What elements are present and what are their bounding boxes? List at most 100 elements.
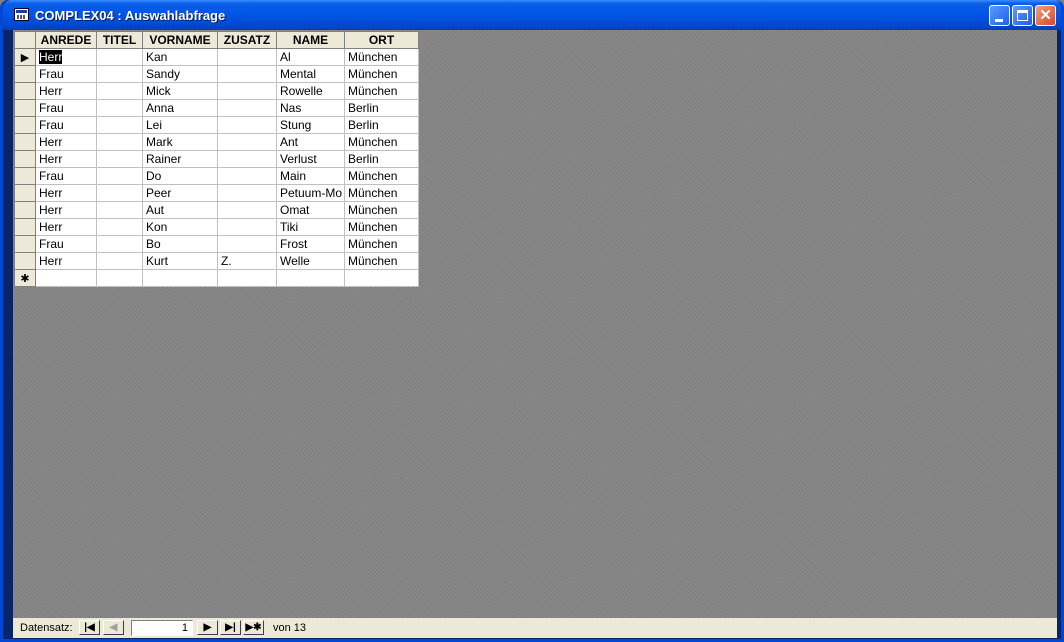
cell-name[interactable]: Welle: [276, 252, 345, 270]
cell-name[interactable]: Ant: [276, 133, 345, 151]
cell-anrede[interactable]: Herr: [35, 201, 97, 219]
cell-name[interactable]: Tiki: [276, 218, 345, 236]
next-record-button[interactable]: ▶: [197, 620, 218, 635]
record-selector[interactable]: [14, 201, 36, 219]
cell-name[interactable]: Omat: [276, 201, 345, 219]
table-row[interactable]: Herr Mark Ant München: [14, 133, 419, 151]
cell-ort[interactable]: München: [344, 184, 419, 202]
cell-titel[interactable]: [96, 82, 143, 100]
cell-name[interactable]: Nas: [276, 99, 345, 117]
maximize-button[interactable]: [1012, 5, 1033, 26]
column-header-titel[interactable]: TITEL: [96, 31, 143, 49]
cell-anrede[interactable]: Herr: [35, 82, 97, 100]
cell-ort[interactable]: München: [344, 133, 419, 151]
cell-name[interactable]: Petuum-Mo: [276, 184, 345, 202]
table-row[interactable]: Herr Kurt Z. Welle München: [14, 252, 419, 270]
cell-ort[interactable]: München: [344, 235, 419, 253]
cell-anrede[interactable]: Frau: [35, 167, 97, 185]
table-row[interactable]: Herr Rainer Verlust Berlin: [14, 150, 419, 168]
cell-ort[interactable]: München: [344, 201, 419, 219]
last-record-button[interactable]: ▶|: [220, 620, 241, 635]
cell-vorname[interactable]: Rainer: [142, 150, 218, 168]
record-selector[interactable]: [14, 82, 36, 100]
table-row[interactable]: Frau Bo Frost München: [14, 235, 419, 253]
cell-anrede[interactable]: Herr: [35, 252, 97, 270]
cell-anrede[interactable]: Herr: [35, 48, 97, 66]
cell-zusatz[interactable]: [217, 48, 277, 66]
cell-anrede[interactable]: [35, 269, 97, 287]
cell-ort[interactable]: München: [344, 82, 419, 100]
cell-vorname[interactable]: [142, 269, 218, 287]
cell-vorname[interactable]: Mick: [142, 82, 218, 100]
cell-anrede[interactable]: Frau: [35, 65, 97, 83]
minimize-button[interactable]: [989, 5, 1010, 26]
cell-vorname[interactable]: Kon: [142, 218, 218, 236]
cell-zusatz[interactable]: [217, 218, 277, 236]
cell-zusatz[interactable]: [217, 235, 277, 253]
cell-titel[interactable]: [96, 65, 143, 83]
cell-ort[interactable]: Berlin: [344, 150, 419, 168]
new-record-button[interactable]: ▶✱: [243, 620, 264, 635]
first-record-button[interactable]: |◀: [79, 620, 100, 635]
cell-vorname[interactable]: Peer: [142, 184, 218, 202]
cell-zusatz[interactable]: [217, 133, 277, 151]
cell-titel[interactable]: [96, 48, 143, 66]
cell-anrede[interactable]: Frau: [35, 99, 97, 117]
table-row[interactable]: Herr Peer Petuum-Mo München: [14, 184, 419, 202]
record-selector[interactable]: [14, 99, 36, 117]
cell-vorname[interactable]: Bo: [142, 235, 218, 253]
new-record-row[interactable]: ✱: [14, 269, 419, 287]
cell-zusatz[interactable]: [217, 99, 277, 117]
cell-anrede[interactable]: Herr: [35, 184, 97, 202]
cell-zusatz[interactable]: [217, 184, 277, 202]
table-row[interactable]: Frau Do Main München: [14, 167, 419, 185]
cell-anrede[interactable]: Herr: [35, 218, 97, 236]
cell-zusatz[interactable]: [217, 116, 277, 134]
column-header-anrede[interactable]: ANREDE: [35, 31, 97, 49]
cell-zusatz[interactable]: Z.: [217, 252, 277, 270]
select-all-corner[interactable]: [14, 31, 36, 49]
cell-titel[interactable]: [96, 201, 143, 219]
cell-ort[interactable]: [344, 269, 419, 287]
record-selector[interactable]: [14, 167, 36, 185]
record-selector[interactable]: ✱: [14, 269, 36, 287]
cell-vorname[interactable]: Anna: [142, 99, 218, 117]
cell-titel[interactable]: [96, 150, 143, 168]
cell-vorname[interactable]: Aut: [142, 201, 218, 219]
cell-titel[interactable]: [96, 99, 143, 117]
cell-vorname[interactable]: Mark: [142, 133, 218, 151]
table-row[interactable]: Frau Anna Nas Berlin: [14, 99, 419, 117]
table-row[interactable]: Frau Lei Stung Berlin: [14, 116, 419, 134]
cell-ort[interactable]: Berlin: [344, 99, 419, 117]
cell-anrede[interactable]: Herr: [35, 133, 97, 151]
datasheet-icon[interactable]: [14, 8, 29, 21]
cell-vorname[interactable]: Kurt: [142, 252, 218, 270]
cell-zusatz[interactable]: [217, 167, 277, 185]
cell-vorname[interactable]: Kan: [142, 48, 218, 66]
record-selector[interactable]: [14, 150, 36, 168]
column-header-zusatz[interactable]: ZUSATZ: [217, 31, 277, 49]
table-row[interactable]: ▶ Herr Kan Al München: [14, 48, 419, 66]
table-row[interactable]: Frau Sandy Mental München: [14, 65, 419, 83]
cell-name[interactable]: Mental: [276, 65, 345, 83]
record-number-field[interactable]: 1: [131, 620, 193, 636]
record-selector[interactable]: ▶: [14, 48, 36, 66]
cell-ort[interactable]: München: [344, 65, 419, 83]
cell-ort[interactable]: Berlin: [344, 116, 419, 134]
cell-vorname[interactable]: Do: [142, 167, 218, 185]
cell-anrede[interactable]: Herr: [35, 150, 97, 168]
title-bar[interactable]: COMPLEX04 : Auswahlabfrage ✕: [3, 0, 1061, 30]
cell-ort[interactable]: München: [344, 48, 419, 66]
record-selector[interactable]: [14, 116, 36, 134]
cell-zusatz[interactable]: [217, 65, 277, 83]
table-row[interactable]: Herr Mick Rowelle München: [14, 82, 419, 100]
cell-name[interactable]: Verlust: [276, 150, 345, 168]
cell-name[interactable]: Al: [276, 48, 345, 66]
cell-zusatz[interactable]: [217, 201, 277, 219]
cell-zusatz[interactable]: [217, 269, 277, 287]
close-button[interactable]: ✕: [1035, 5, 1056, 26]
cell-anrede[interactable]: Frau: [35, 235, 97, 253]
table-row[interactable]: Herr Aut Omat München: [14, 201, 419, 219]
record-selector[interactable]: [14, 252, 36, 270]
record-selector[interactable]: [14, 218, 36, 236]
